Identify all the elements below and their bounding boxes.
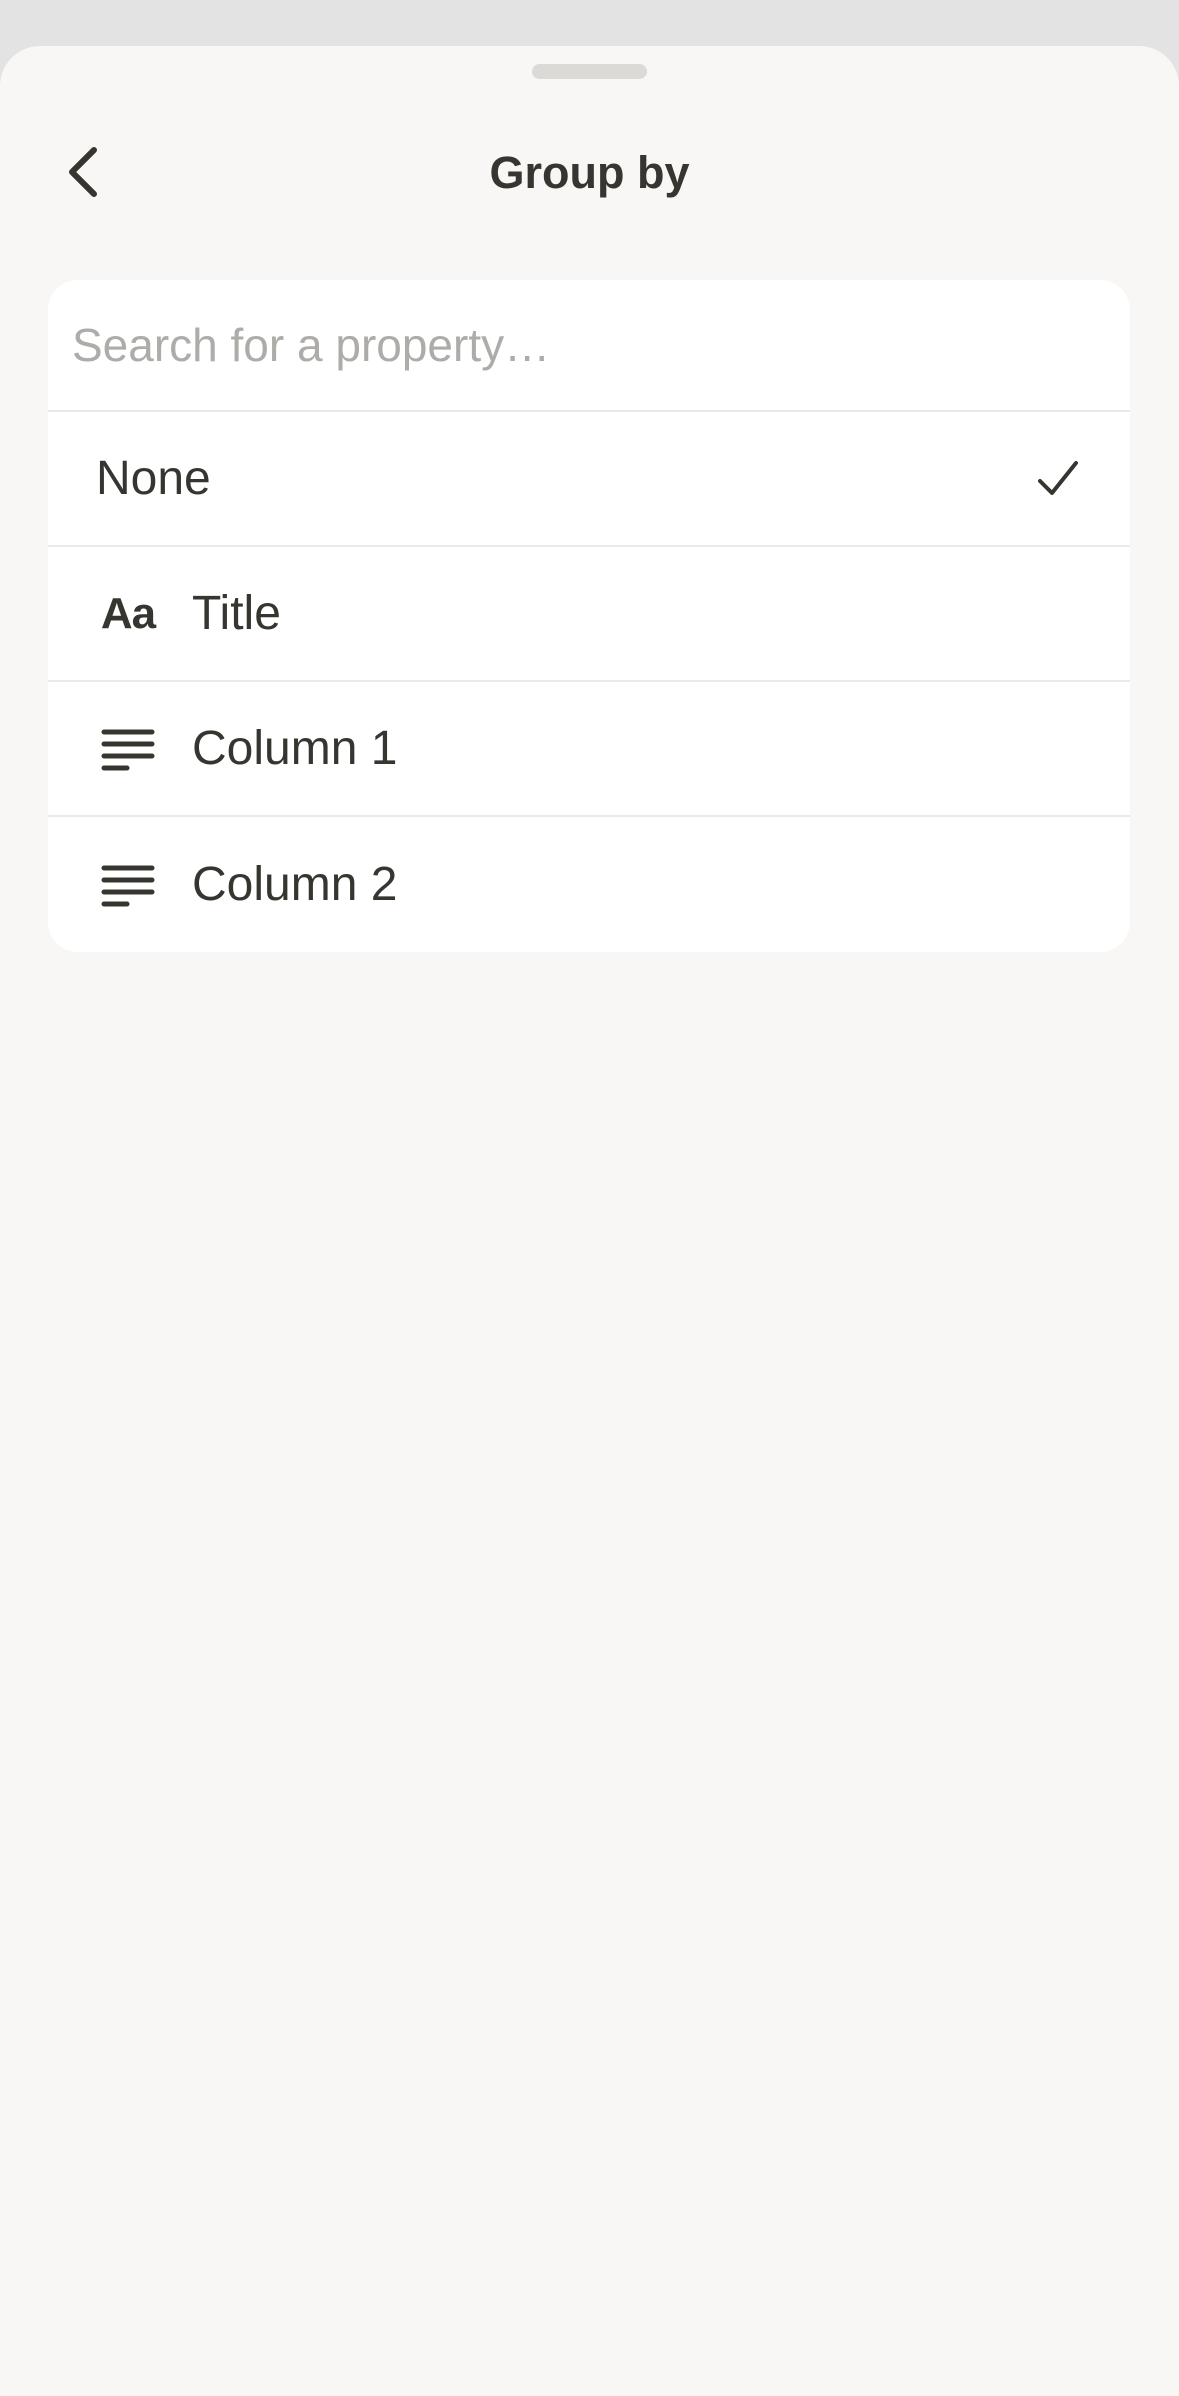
bottom-sheet: Group by None Aa Title bbox=[0, 46, 1179, 2396]
title-aa-icon: Aa bbox=[100, 588, 156, 638]
option-label: Column 1 bbox=[192, 721, 398, 775]
text-lines-icon bbox=[96, 717, 160, 781]
option-label: Title bbox=[192, 586, 281, 640]
option-column-2[interactable]: Column 2 bbox=[48, 817, 1130, 952]
sheet-grabber-handle[interactable] bbox=[532, 64, 647, 79]
option-none[interactable]: None bbox=[48, 412, 1130, 547]
sheet-header: Group by bbox=[0, 116, 1179, 226]
group-by-options-panel: None Aa Title Column 1 bbox=[48, 280, 1130, 952]
page-title: Group by bbox=[489, 147, 690, 198]
text-lines-icon bbox=[96, 853, 160, 917]
option-label: None bbox=[96, 451, 211, 505]
search-input[interactable] bbox=[72, 318, 1072, 372]
option-column-1[interactable]: Column 1 bbox=[48, 682, 1130, 817]
checkmark-icon bbox=[1034, 455, 1082, 503]
search-row bbox=[48, 280, 1130, 412]
option-label: Column 2 bbox=[192, 857, 398, 911]
option-title[interactable]: Aa Title bbox=[48, 547, 1130, 682]
